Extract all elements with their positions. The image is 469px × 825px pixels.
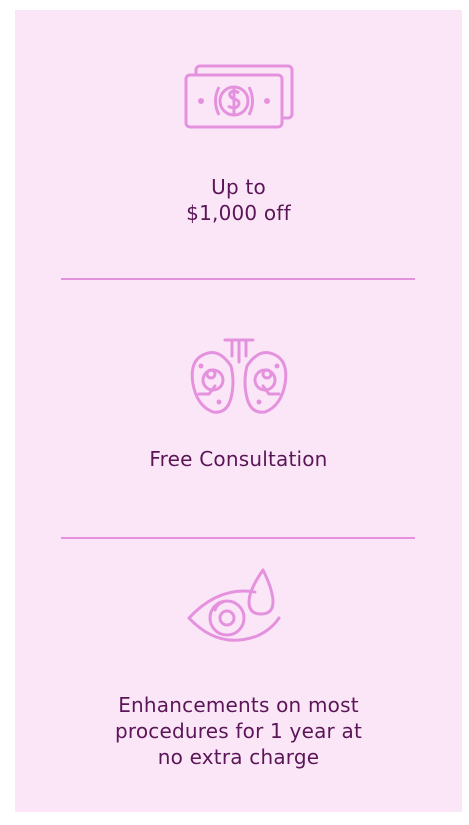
- benefits-panel: Up to $1,000 off Free Consultation Enhan…: [15, 10, 462, 812]
- money-icon: [184, 64, 293, 129]
- benefit-enhancements: Enhancements on most procedures for 1 ye…: [15, 562, 462, 770]
- benefit-discount: Up to $1,000 off: [15, 62, 462, 226]
- eye-drop-icon: [187, 568, 280, 642]
- divider: [61, 278, 415, 280]
- benefit-enhancements-text: Enhancements on most procedures for 1 ye…: [114, 693, 363, 769]
- eye-exam-device-icon: [190, 338, 287, 414]
- divider: [61, 537, 415, 539]
- benefit-consultation: Free Consultation: [15, 336, 462, 472]
- benefit-consultation-text: Free Consultation: [149, 447, 328, 471]
- benefit-discount-text: Up to $1,000 off: [186, 175, 291, 225]
